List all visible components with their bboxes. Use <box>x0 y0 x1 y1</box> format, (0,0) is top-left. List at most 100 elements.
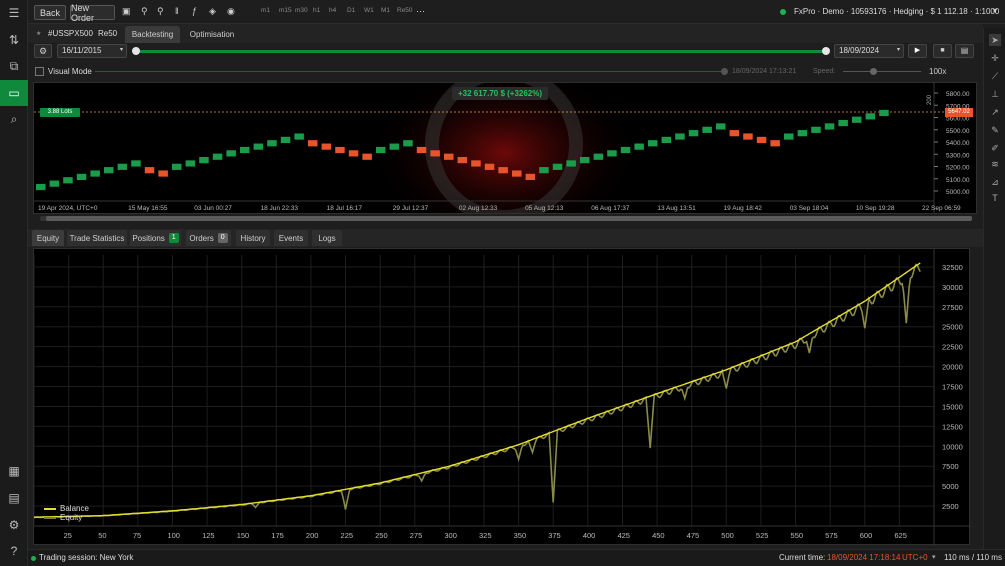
cursor-icon[interactable]: ➤ <box>989 34 1001 46</box>
store-icon[interactable]: ▦ <box>0 458 28 484</box>
bull-brick <box>90 170 100 177</box>
chevron-down-icon[interactable]: ▾ <box>120 46 123 53</box>
scrollbar-thumb[interactable] <box>46 216 972 221</box>
settings-icon[interactable]: ⚙ <box>0 512 28 538</box>
visual-time: 18/09/2024 17:13:21 <box>732 68 797 75</box>
timeframe-w1[interactable]: W1 <box>364 7 374 14</box>
layers-icon[interactable]: ◈ <box>209 6 216 17</box>
equity-series-line <box>34 263 921 519</box>
bear-brick <box>729 130 740 137</box>
bear-brick <box>512 170 522 177</box>
range-start-handle[interactable] <box>132 47 140 55</box>
equity-chart[interactable]: 0255075100125150175200225250275300325350… <box>33 248 971 546</box>
account-status[interactable]: FxPro · Demo · 10593176 · Hedging · $ 1 … <box>794 7 999 16</box>
utc-offset[interactable]: UTC+0 <box>902 553 928 562</box>
text-icon[interactable]: T <box>989 192 1001 204</box>
zoom-in-icon[interactable]: ⚲ <box>141 6 148 17</box>
timeframe-m1[interactable]: m1 <box>261 7 270 14</box>
trading-session: Trading session: New York <box>39 553 134 562</box>
fibonacci-icon[interactable]: ≋ <box>989 158 1001 170</box>
timeframe-m30[interactable]: m30 <box>295 7 308 14</box>
equity-chart-canvas: 0255075100125150175200225250275300325350… <box>34 249 971 546</box>
timeframe-h1[interactable]: h1 <box>313 7 320 14</box>
speed-slider[interactable] <box>843 71 921 72</box>
candles-icon[interactable]: ‖ <box>175 6 179 16</box>
bull-brick <box>716 123 726 130</box>
bear-brick <box>444 153 454 160</box>
zoom-out-icon[interactable]: ⚲ <box>157 6 164 17</box>
tab-optimisation[interactable]: Optimisation <box>184 26 240 43</box>
timeframe-mn1[interactable]: M1 <box>381 7 390 14</box>
date-range-slider[interactable] <box>134 50 826 53</box>
time-tick-label: 18 Jul 16:17 <box>327 205 363 212</box>
eye-icon[interactable]: ◉ <box>227 6 235 17</box>
x-tick-label: 450 <box>652 531 665 540</box>
indicators-icon[interactable]: ƒ <box>192 6 197 16</box>
layout-icon[interactable]: ▣ <box>122 6 131 17</box>
ray-icon[interactable]: ↗ <box>989 106 1001 118</box>
tab-trade-statistics[interactable]: Trade Statistics <box>67 230 127 246</box>
tab-positions[interactable]: Positions 1 <box>130 230 181 246</box>
connection-status-icon <box>780 9 786 15</box>
chat-icon[interactable]: ▤ <box>0 485 28 511</box>
end-date-field[interactable]: 18/09/2024 <box>834 44 904 58</box>
stop-button[interactable]: ■ <box>933 44 952 58</box>
price-chart[interactable]: 5800.00 5700.00 5600.00 5500.00 5400.00 5300.… <box>33 82 977 214</box>
x-tick-label: 300 <box>444 531 457 540</box>
tab-orders[interactable]: Orders 0 <box>186 230 231 246</box>
play-button[interactable]: ▶ <box>908 44 927 58</box>
report-icon[interactable]: ▤ <box>955 44 974 58</box>
help-icon[interactable]: ? <box>0 538 28 564</box>
time-tick-label: 19 Aug 18:42 <box>724 205 763 212</box>
trendline-icon[interactable]: ⟋ <box>989 70 1001 82</box>
visual-progress-handle[interactable] <box>721 68 728 75</box>
bull-brick <box>688 130 699 137</box>
tab-equity[interactable]: Equity <box>32 230 64 246</box>
pen-icon[interactable]: ✎ <box>989 124 1001 136</box>
bull-brick <box>552 163 563 170</box>
tab-events[interactable]: Events <box>274 230 308 246</box>
chevron-down-icon[interactable]: ▾ <box>932 553 936 561</box>
x-tick-label: 325 <box>479 531 492 540</box>
visual-mode-checkbox[interactable] <box>35 67 44 76</box>
visual-mode-label: Visual Mode <box>48 67 92 76</box>
gear-icon[interactable]: ⚙ <box>34 44 52 58</box>
brush-icon[interactable]: ✐ <box>989 142 1001 154</box>
symbol-label: #USSPX500 <box>48 29 93 38</box>
timeframe-m15[interactable]: m15 <box>279 7 292 14</box>
crosshair-icon[interactable]: ✛ <box>989 52 1001 64</box>
chart-scrollbar[interactable] <box>40 216 972 221</box>
x-tick-label: 500 <box>721 531 734 540</box>
bull-brick <box>675 133 685 140</box>
ruler-icon[interactable]: ⊿ <box>989 176 1001 188</box>
start-date-field[interactable]: 16/11/2015 <box>57 44 127 58</box>
automate-icon[interactable]: ▭ <box>0 80 28 106</box>
bull-brick <box>36 183 46 191</box>
chevron-down-icon[interactable]: ▾ <box>993 6 997 15</box>
tab-backtesting[interactable]: Backtesting <box>125 26 180 43</box>
lots-label[interactable]: 3.88 Lots <box>40 108 80 117</box>
legend: Balance Equity <box>40 503 110 523</box>
chevron-down-icon[interactable]: ▾ <box>897 46 900 53</box>
analyze-icon[interactable]: ⌕ <box>0 106 28 132</box>
star-icon[interactable]: ★ <box>36 30 41 37</box>
timeframe-re50[interactable]: Re50 <box>397 7 413 14</box>
menu-icon[interactable]: ☰ <box>0 0 28 26</box>
bull-brick <box>648 140 658 147</box>
timeframe-h4[interactable]: h4 <box>329 7 336 14</box>
speed-handle[interactable] <box>870 68 877 75</box>
new-order-button[interactable]: New Order <box>70 3 115 23</box>
more-icon[interactable]: ⋯ <box>416 6 425 17</box>
horizontal-line-icon[interactable]: ⊥ <box>989 88 1001 100</box>
y-tick-label: 30000 <box>942 283 963 292</box>
range-end-handle[interactable] <box>822 47 830 55</box>
back-button[interactable]: Back <box>34 5 66 20</box>
trade-icon[interactable]: ⇅ <box>0 27 28 53</box>
timeframe-d1[interactable]: D1 <box>347 7 355 14</box>
current-time-label: Current time: <box>779 553 826 562</box>
price-tick-label: 5400.00 <box>946 140 970 147</box>
copy-icon[interactable]: ⧉ <box>0 53 28 79</box>
y-tick-label: 27500 <box>942 303 963 312</box>
tab-logs[interactable]: Logs <box>312 230 342 246</box>
tab-history[interactable]: History <box>236 230 270 246</box>
